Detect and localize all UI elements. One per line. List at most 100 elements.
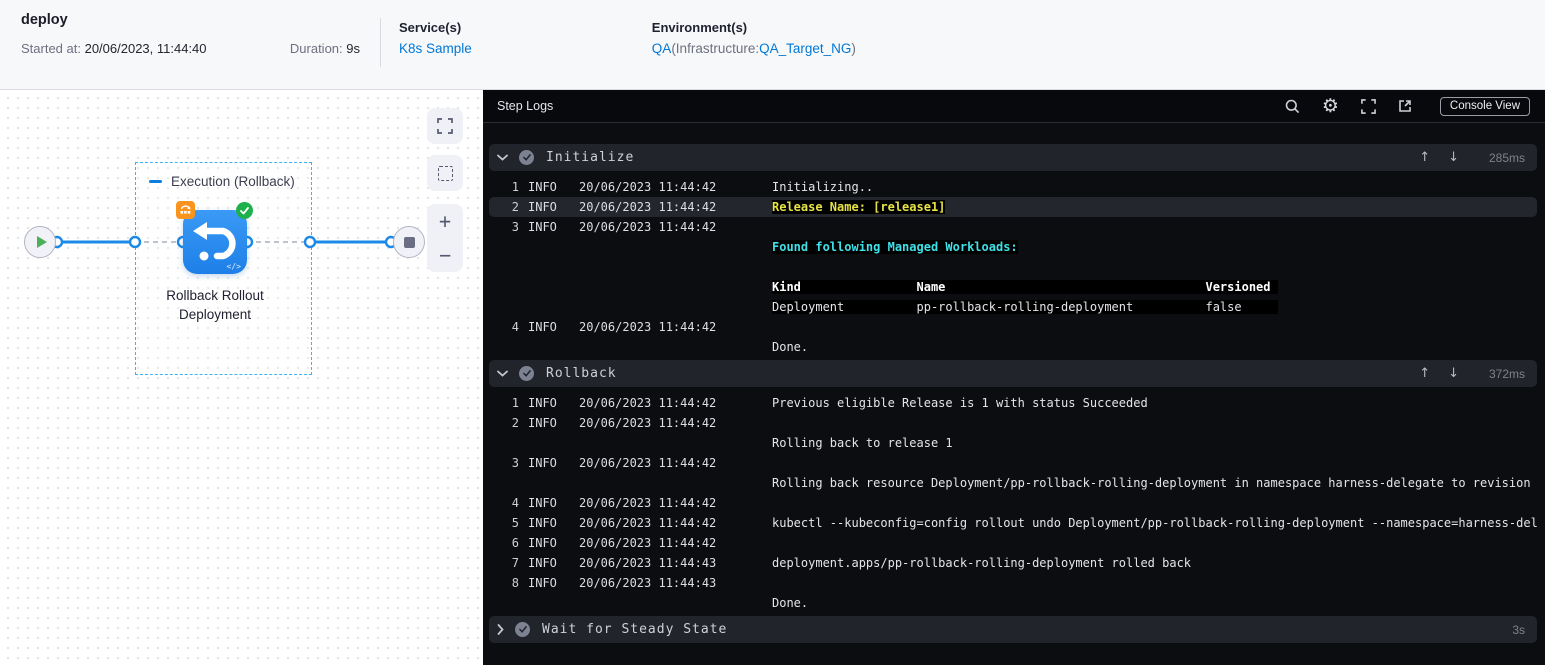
log-message: Previous eligible Release is 1 with stat… <box>772 396 1148 410</box>
scroll-down-icon[interactable]: ↓ <box>1448 366 1459 381</box>
rollout-badge-icon <box>176 201 195 219</box>
log-section-header[interactable]: Initialize ↑ ↓ 285ms <box>489 144 1537 171</box>
log-section: Wait for Steady State 3s <box>489 616 1537 643</box>
infrastructure-link[interactable]: QA_Target_NG <box>759 41 851 56</box>
services-block: Service(s) K8s Sample <box>381 0 472 89</box>
log-section-title: Wait for Steady State <box>542 622 728 637</box>
log-line-number: 3 <box>511 456 519 470</box>
log-level: INFO <box>528 200 557 214</box>
canvas-select-button[interactable] <box>427 155 463 191</box>
log-line-number: 4 <box>511 320 519 334</box>
log-line-number: 3 <box>511 220 519 234</box>
step-label: Rollback Rollout Deployment <box>166 288 264 322</box>
scroll-down-icon[interactable]: ↓ <box>1448 150 1459 165</box>
section-duration: 3s <box>1512 622 1525 637</box>
log-line: 4 INFO 20/06/2023 11:44:42 <box>489 493 1537 513</box>
service-link[interactable]: K8s Sample <box>399 41 472 56</box>
log-timestamp: 20/06/2023 11:44:42 <box>579 496 717 510</box>
success-check-icon <box>519 366 534 381</box>
log-line: Done. <box>489 593 1537 613</box>
console-view-button[interactable]: Console View <box>1439 96 1530 116</box>
log-line: Rolling back resource Deployment/pp-roll… <box>489 473 1537 493</box>
log-level: INFO <box>528 320 557 334</box>
pipeline-canvas[interactable]: Execution (Rollback) </> Rollback Rollou… <box>0 90 483 665</box>
section-duration: 372ms <box>1488 366 1525 381</box>
log-line: 1 INFO 20/06/2023 11:44:42 Previous eligibl… <box>489 393 1537 413</box>
chevron-down-icon[interactable] <box>497 370 508 377</box>
log-level: INFO <box>528 180 557 194</box>
log-timestamp: 20/06/2023 11:44:42 <box>579 200 717 214</box>
log-timestamp: 20/06/2023 11:44:42 <box>579 320 717 334</box>
log-section-header[interactable]: Wait for Steady State 3s <box>489 616 1537 643</box>
canvas-fullscreen-button[interactable] <box>427 108 463 144</box>
started-at: Started at: 20/06/2023, 11:44:40 <box>21 41 207 56</box>
log-level: INFO <box>528 416 557 430</box>
log-line: 1 INFO 20/06/2023 11:44:42 Initializing.. <box>489 177 1537 197</box>
fullscreen-icon <box>437 118 453 134</box>
pipeline-edges <box>50 235 398 249</box>
scroll-up-icon[interactable]: ↑ <box>1419 150 1430 165</box>
step-logs-header: Step Logs ⚙ Console View <box>483 90 1545 123</box>
pipeline-title: deploy <box>21 12 68 28</box>
environments-label: Environment(s) <box>651 20 748 35</box>
log-timestamp: 20/06/2023 11:44:42 <box>579 536 717 550</box>
step-logs-title: Step Logs <box>497 99 554 113</box>
log-level: INFO <box>528 516 557 530</box>
log-line-number: 7 <box>511 556 519 570</box>
log-line: 5 INFO 20/06/2023 11:44:42 kubectl --kubeco… <box>489 513 1537 533</box>
step-rollback-rollout-deployment[interactable]: </> <box>176 201 253 274</box>
log-section-header[interactable]: Rollback ↑ ↓ 372ms <box>489 360 1537 387</box>
log-section-title: Initialize <box>546 150 635 165</box>
log-line: 8 INFO 20/06/2023 11:44:43 <box>489 573 1537 593</box>
environment-link[interactable]: QA <box>652 41 672 56</box>
log-line-number: 6 <box>511 536 519 550</box>
success-check-icon <box>519 150 534 165</box>
marquee-select-icon <box>437 165 453 181</box>
duration: Duration: 9s <box>289 41 360 56</box>
log-message: Found following Managed Workloads: <box>772 240 1018 254</box>
log-line: 7 INFO 20/06/2023 11:44:43 deployment.apps/… <box>489 553 1537 573</box>
zoom-in-button[interactable]: + <box>427 204 463 238</box>
end-node <box>393 226 425 258</box>
log-line: Rolling back to release 1 <box>489 433 1537 453</box>
gear-icon[interactable]: ⚙ <box>1322 97 1339 116</box>
log-timestamp: 20/06/2023 11:44:42 <box>579 396 717 410</box>
log-section-title: Rollback <box>546 366 617 381</box>
log-message: Rolling back to release 1 <box>772 436 953 450</box>
play-icon <box>36 236 47 248</box>
log-line: Found following Managed Workloads: <box>489 237 1537 257</box>
log-level: INFO <box>528 396 557 410</box>
chevron-down-icon[interactable] <box>497 154 508 161</box>
step-logs-panel: Step Logs ⚙ Console View Initialize ↑ ↓ 285… <box>483 90 1545 665</box>
canvas-zoom-controls: + − <box>427 204 463 272</box>
log-timestamp: 20/06/2023 11:44:43 <box>579 556 717 570</box>
log-line: 4 INFO 20/06/2023 11:44:42 <box>489 317 1537 337</box>
log-line: 3 INFO 20/06/2023 11:44:42 <box>489 217 1537 237</box>
execution-header: deploy Started at: 20/06/2023, 11:44:40 … <box>0 0 1545 90</box>
scroll-up-icon[interactable]: ↑ <box>1419 366 1430 381</box>
log-line-number: 2 <box>511 200 519 214</box>
expand-icon[interactable] <box>1361 98 1376 114</box>
open-in-new-icon[interactable] <box>1398 99 1412 113</box>
chevron-right-icon[interactable] <box>497 624 504 635</box>
start-node <box>24 226 56 258</box>
rollback-step-icon: </> <box>176 201 253 274</box>
log-level: INFO <box>528 456 557 470</box>
log-level: INFO <box>528 576 557 590</box>
log-level: INFO <box>528 536 557 550</box>
search-icon[interactable] <box>1285 99 1300 114</box>
code-glyph: </> <box>226 262 241 271</box>
log-message: Kind Name Versioned <box>772 280 1278 294</box>
log-message: Deployment pp-rollback-rolling-deploymen… <box>772 300 1278 314</box>
log-line-number: 2 <box>511 416 519 430</box>
log-message: Rolling back resource Deployment/pp-roll… <box>772 476 1537 490</box>
log-section: Rollback ↑ ↓ 372ms 1 INFO 20/06/2023 11:44:42 P… <box>489 360 1537 613</box>
log-message: Initializing.. <box>772 180 874 194</box>
section-duration: 285ms <box>1488 150 1525 165</box>
zoom-out-button[interactable]: − <box>427 238 463 272</box>
log-line-number: 4 <box>511 496 519 510</box>
log-line: 6 INFO 20/06/2023 11:44:42 <box>489 533 1537 553</box>
services-label: Service(s) <box>399 20 462 35</box>
log-timestamp: 20/06/2023 11:44:42 <box>579 456 717 470</box>
